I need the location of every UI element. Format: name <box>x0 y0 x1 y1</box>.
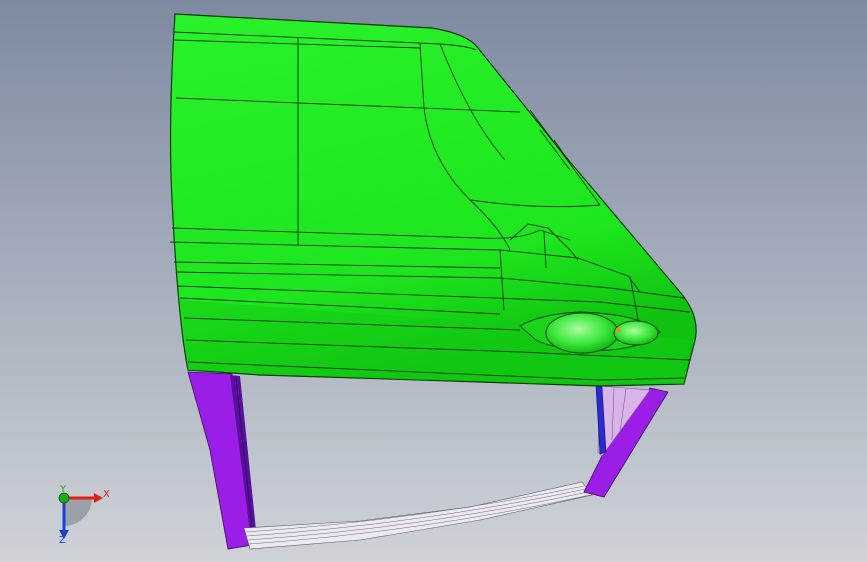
viewport-canvas[interactable]: X Z Y <box>0 0 867 562</box>
z-axis-label: Z <box>59 535 66 546</box>
lamp-indicator-dot <box>615 327 621 333</box>
3d-viewport[interactable]: X Z Y <box>0 0 867 562</box>
x-axis-label: X <box>103 489 110 500</box>
y-axis-label: Y <box>59 484 67 495</box>
lamp-lens-right[interactable] <box>613 320 659 346</box>
lamp-lens-left[interactable] <box>545 312 619 354</box>
